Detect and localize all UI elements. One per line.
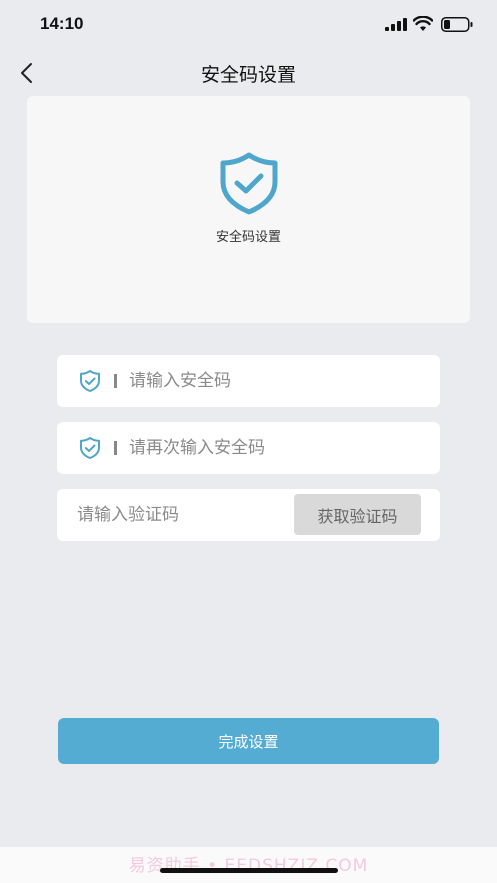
status-time: 14:10 xyxy=(40,14,84,33)
security-code-field xyxy=(57,355,440,407)
complete-setup-button[interactable]: 完成设置 xyxy=(58,718,439,764)
field-divider xyxy=(114,374,117,388)
confirm-security-code-input[interactable] xyxy=(129,422,419,474)
shield-check-icon xyxy=(80,370,100,392)
status-bar: 14:10 xyxy=(0,0,497,50)
cellular-signal-icon xyxy=(385,18,407,31)
security-code-input[interactable] xyxy=(129,355,419,407)
shield-check-icon xyxy=(220,152,278,215)
shield-check-icon xyxy=(80,437,100,459)
get-code-button[interactable]: 获取验证码 xyxy=(294,494,421,535)
page-title: 安全码设置 xyxy=(200,64,296,86)
confirm-security-code-field xyxy=(57,422,440,474)
field-divider xyxy=(114,441,117,455)
nav-bar: 安全码设置 xyxy=(0,50,497,96)
verification-code-input[interactable] xyxy=(77,489,287,541)
verification-code-field: 获取验证码 xyxy=(57,489,440,541)
home-indicator xyxy=(160,868,338,873)
hero-label: 安全码设置 xyxy=(215,230,281,245)
wifi-icon xyxy=(413,16,433,31)
hero-card: 安全码设置 xyxy=(27,96,470,323)
battery-icon xyxy=(441,17,473,32)
